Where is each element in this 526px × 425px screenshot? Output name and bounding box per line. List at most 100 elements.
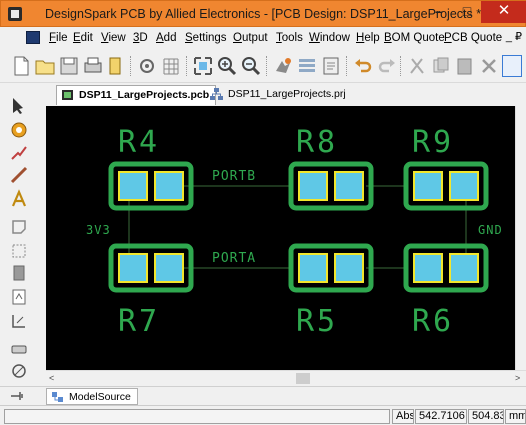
- pad-1: [413, 253, 443, 283]
- document-menu-icon[interactable]: [26, 31, 40, 44]
- grid-icon[interactable]: [160, 55, 182, 77]
- menu-bom-quote[interactable]: BOM Quote: [384, 32, 445, 44]
- tab-project[interactable]: DSP11_LargeProjects.prj: [206, 85, 352, 105]
- measure-icon[interactable]: [9, 361, 29, 381]
- overflow-icon[interactable]: [502, 55, 522, 77]
- pad-2: [449, 253, 479, 283]
- pad-2: [449, 171, 479, 201]
- pad-1: [118, 171, 148, 201]
- main-toolbar: [0, 49, 526, 83]
- component-ref-label: R5: [296, 304, 338, 339]
- tab-project-label: DSP11_LargeProjects.prj: [228, 88, 346, 100]
- menu-bar: File Edit View 3D Add Settings Output To…: [0, 27, 526, 49]
- pad-1: [118, 253, 148, 283]
- scroll-left-arrow[interactable]: <: [49, 373, 54, 383]
- toolbar-separator: [400, 56, 402, 76]
- copy-icon[interactable]: [430, 55, 452, 77]
- horizontal-scrollbar[interactable]: < >: [46, 370, 526, 386]
- cut-out-icon[interactable]: [9, 339, 29, 359]
- print-icon[interactable]: [82, 55, 104, 77]
- coord-x: 542.7106: [415, 409, 467, 424]
- app-icon[interactable]: [8, 7, 22, 21]
- coord-units: mm: [505, 409, 526, 424]
- left-toolbar: [0, 83, 38, 390]
- delete-icon[interactable]: [478, 55, 500, 77]
- track-icon[interactable]: [9, 165, 29, 185]
- scroll-right-arrow[interactable]: >: [515, 373, 520, 383]
- text-icon[interactable]: [9, 189, 29, 209]
- component-icon[interactable]: [9, 120, 29, 140]
- menu-edit[interactable]: Edit: [73, 32, 93, 44]
- component-ref-label: R8: [296, 125, 338, 160]
- doc-symbol-icon[interactable]: [9, 287, 29, 307]
- save-icon[interactable]: [58, 55, 80, 77]
- tab-model-source[interactable]: ModelSource: [46, 388, 138, 405]
- mdi-controls[interactable]: _ ₽: [506, 30, 522, 43]
- pan-icon[interactable]: [272, 55, 294, 77]
- minimize-button[interactable]: –: [425, 1, 453, 23]
- select-icon[interactable]: [9, 95, 29, 115]
- component-ref-label: R7: [118, 304, 160, 339]
- coord-mode: Abs: [392, 409, 414, 424]
- zoom-in-icon[interactable]: [216, 55, 238, 77]
- pin-icon[interactable]: [10, 390, 24, 402]
- menu-help[interactable]: Help: [356, 32, 380, 44]
- scroll-thumb[interactable]: [296, 373, 310, 384]
- shape-icon[interactable]: [9, 241, 29, 261]
- undo-icon[interactable]: [352, 55, 374, 77]
- toolbar-separator: [186, 56, 188, 76]
- pad-2: [334, 171, 364, 201]
- layers-icon[interactable]: [296, 55, 318, 77]
- pad-2: [334, 253, 364, 283]
- clipboard-icon[interactable]: [104, 55, 126, 77]
- new-file-icon[interactable]: [10, 55, 32, 77]
- pad-1: [298, 253, 328, 283]
- board-icon[interactable]: [9, 263, 29, 283]
- open-folder-icon[interactable]: [34, 55, 56, 77]
- vertical-scrollbar[interactable]: [515, 106, 526, 370]
- pad-2: [154, 253, 184, 283]
- pad-2: [154, 171, 184, 201]
- net-label-porta: PORTA: [212, 251, 256, 266]
- window-title: DesignSpark PCB by Allied Electronics - …: [45, 7, 485, 21]
- component-ref-label: R4: [118, 125, 160, 160]
- project-tree-icon: [210, 88, 223, 100]
- redo-icon[interactable]: [376, 55, 398, 77]
- menu-window[interactable]: Window: [309, 32, 350, 44]
- toolbar-separator: [266, 56, 268, 76]
- component-ref-label: R9: [412, 125, 454, 160]
- menu-add[interactable]: Add: [156, 32, 176, 44]
- net-label-gnd: GND: [478, 223, 503, 237]
- toolbar-separator: [130, 56, 132, 76]
- zoom-fit-icon[interactable]: [192, 55, 214, 77]
- menu-settings[interactable]: Settings: [185, 32, 227, 44]
- dimension-icon[interactable]: [9, 311, 29, 331]
- pcb-canvas[interactable]: R4 R8 R9 R7 R5 R6 PORTB PORTA 3V3 GND: [46, 106, 515, 370]
- route-icon[interactable]: [9, 143, 29, 163]
- menu-view[interactable]: View: [101, 32, 126, 44]
- zoom-out-icon[interactable]: [240, 55, 262, 77]
- pad-1: [298, 171, 328, 201]
- pad-1: [413, 171, 443, 201]
- component-ref-label: R6: [412, 304, 454, 339]
- tab-pcb[interactable]: DSP11_LargeProjects.pcb: [56, 85, 217, 105]
- tab-model-source-label: ModelSource: [69, 391, 131, 403]
- report-icon[interactable]: [320, 55, 342, 77]
- menu-file[interactable]: File: [49, 32, 68, 44]
- status-message: [4, 409, 390, 424]
- title-bar: DesignSpark PCB by Allied Electronics - …: [0, 0, 526, 27]
- close-button[interactable]: ✕: [481, 1, 526, 23]
- menu-output[interactable]: Output: [233, 32, 268, 44]
- coord-y: 504.8371: [468, 409, 504, 424]
- pcb-drawing: R4 R8 R9 R7 R5 R6 PORTB PORTA 3V3 GND: [86, 125, 503, 339]
- maximize-button[interactable]: □: [453, 1, 481, 23]
- menu-3d[interactable]: 3D: [133, 32, 148, 44]
- net-label-portb: PORTB: [212, 169, 256, 184]
- properties-icon[interactable]: [136, 55, 158, 77]
- menu-pcb-quote[interactable]: PCB Quote: [444, 32, 502, 44]
- model-source-icon: [52, 392, 63, 402]
- paste-icon[interactable]: [454, 55, 476, 77]
- menu-tools[interactable]: Tools: [276, 32, 303, 44]
- cut-icon[interactable]: [406, 55, 428, 77]
- copper-area-icon[interactable]: [9, 217, 29, 237]
